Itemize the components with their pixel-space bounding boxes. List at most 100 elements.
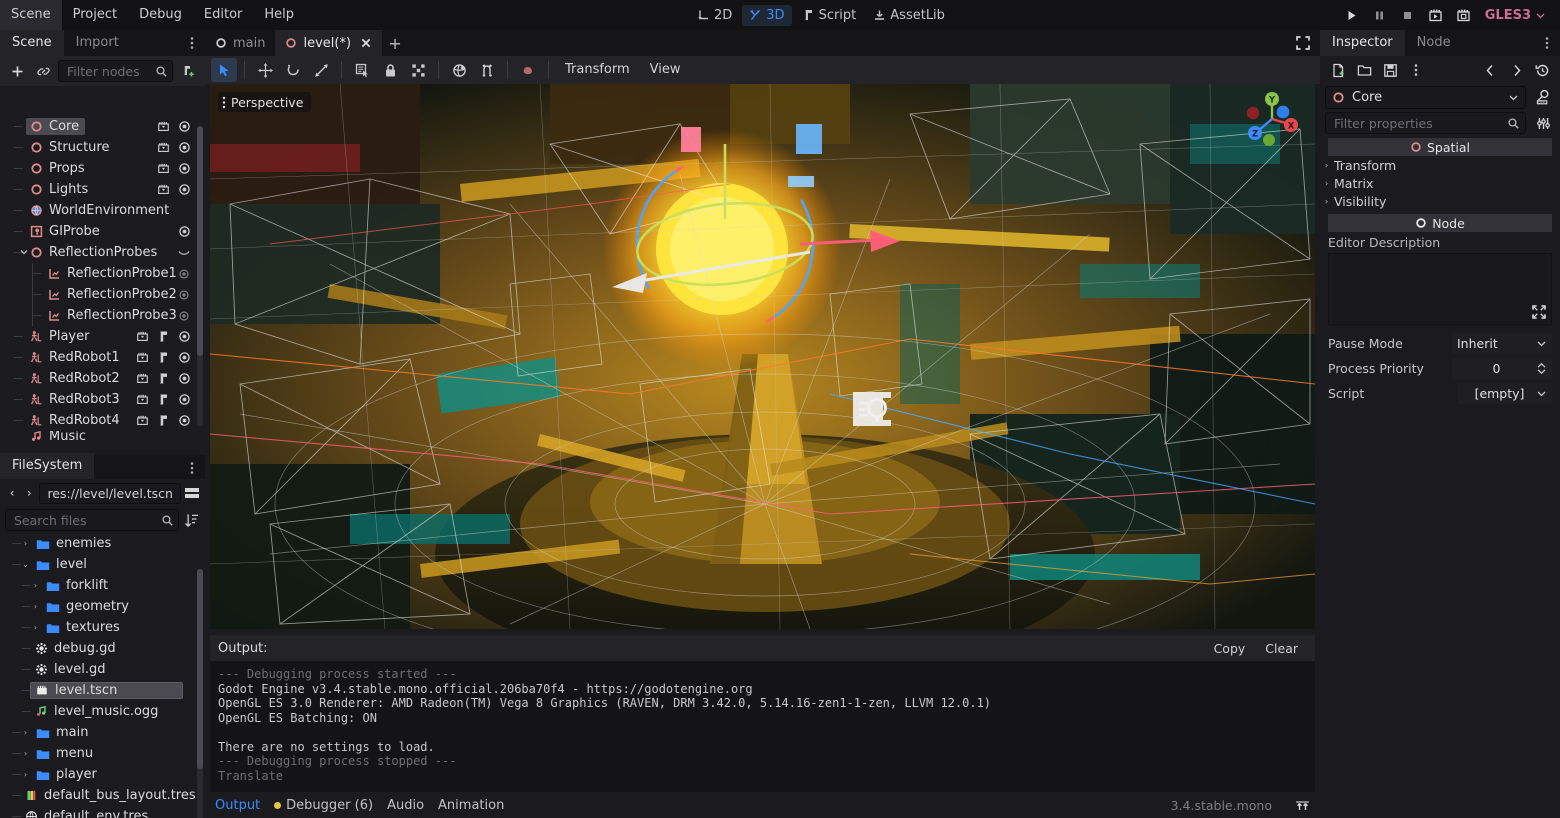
close-icon[interactable]	[360, 37, 372, 49]
tree-node-core[interactable]: Core	[0, 116, 205, 137]
script-icon[interactable]	[156, 372, 170, 386]
scene-icon[interactable]	[135, 393, 149, 407]
chevron-left-icon[interactable]: ‹	[5, 483, 19, 503]
vertical-dots-icon[interactable]	[185, 461, 199, 475]
chevron-down-icon[interactable]: ⌄	[20, 559, 31, 570]
fs-item-level-tscn[interactable]: level.tscn	[0, 680, 205, 701]
scene-icon[interactable]	[156, 120, 170, 134]
scene-icon[interactable]	[135, 330, 149, 344]
fs-item-default-env[interactable]: default_env.tres	[0, 806, 205, 818]
visibility-icon[interactable]	[177, 141, 191, 155]
tree-node-reflectionprobe3[interactable]: ReflectionProbe3	[0, 305, 205, 326]
chevron-down-icon[interactable]	[1508, 92, 1519, 103]
tree-node-reflectionprobes[interactable]: ReflectionProbes	[0, 242, 205, 263]
list-select-icon[interactable]	[349, 58, 375, 82]
lock-icon[interactable]	[377, 58, 403, 82]
fs-item-textures[interactable]: › textures	[0, 617, 205, 638]
visibility-icon[interactable]	[177, 162, 191, 176]
script-dropdown[interactable]: [empty]	[1458, 383, 1552, 404]
search-files-input[interactable]: Search files	[5, 509, 179, 531]
bottom-tab-debugger[interactable]: Debugger (6)	[274, 798, 373, 813]
scene-icon[interactable]	[156, 183, 170, 197]
history-forward-icon[interactable]	[1504, 59, 1528, 81]
tree-node-reflectionprobe2[interactable]: ReflectionProbe2	[0, 284, 205, 305]
tree-node-worldenvironment[interactable]: WorldEnvironment	[0, 200, 205, 221]
bottom-tab-animation[interactable]: Animation	[438, 798, 504, 813]
script-icon[interactable]	[156, 414, 170, 428]
vertical-dots-icon[interactable]	[1540, 36, 1554, 50]
script-icon[interactable]	[156, 330, 170, 344]
tab-filesystem[interactable]: FileSystem	[0, 453, 95, 479]
filter-nodes-input[interactable]: Filter nodes	[58, 60, 173, 82]
history-back-icon[interactable]	[1478, 59, 1502, 81]
script-icon[interactable]	[156, 393, 170, 407]
group-icon[interactable]	[405, 58, 431, 82]
tree-node-redrobot2[interactable]: RedRobot2	[0, 368, 205, 389]
chevron-right-icon[interactable]: ›	[20, 748, 31, 759]
move-mode-icon[interactable]	[252, 58, 278, 82]
fs-item-level-gd[interactable]: level.gd	[0, 659, 205, 680]
open-docs-icon[interactable]: DOC	[1531, 86, 1555, 108]
inspector-property-matrix[interactable]: › Matrix	[1320, 174, 1560, 192]
visibility-icon[interactable]	[177, 183, 191, 197]
copy-button[interactable]: Copy	[1205, 639, 1255, 658]
expand-icon[interactable]	[1531, 304, 1547, 320]
clear-button[interactable]: Clear	[1256, 639, 1307, 658]
editor-description-input[interactable]	[1328, 253, 1552, 325]
axis-gizmo[interactable]: Y X Z	[1241, 88, 1303, 150]
renderer-selector[interactable]: GLES3	[1479, 8, 1552, 23]
tree-node-redrobot1[interactable]: RedRobot1	[0, 347, 205, 368]
bottom-tab-audio[interactable]: Audio	[387, 798, 424, 813]
inspector-property-transform[interactable]: › Transform	[1320, 156, 1560, 174]
fs-item-geometry[interactable]: › geometry	[0, 596, 205, 617]
scene-tree[interactable]: Core Structure Props Lights WorldEnviron…	[0, 116, 205, 449]
rotate-mode-icon[interactable]	[280, 58, 306, 82]
inspector-category-spatial[interactable]: Spatial	[1328, 138, 1552, 156]
tab-import[interactable]: Import	[64, 30, 131, 56]
mode-button-2d[interactable]: 2D	[690, 5, 739, 26]
chevron-down-icon[interactable]	[18, 246, 30, 258]
tree-node-player[interactable]: Player	[0, 326, 205, 347]
fs-item-level[interactable]: ⌄ level	[0, 554, 205, 575]
visibility-icon[interactable]	[177, 330, 191, 344]
tree-node-redrobot3[interactable]: RedRobot3	[0, 389, 205, 410]
bottom-tab-output[interactable]: Output	[215, 798, 260, 813]
mode-button-script[interactable]: Script	[795, 5, 864, 26]
visibility-icon[interactable]	[177, 225, 191, 239]
inspector-object-selector[interactable]: Core	[1325, 85, 1526, 109]
fs-item-main[interactable]: › main	[0, 722, 205, 743]
filesystem-tree[interactable]: › enemies ⌄ level › forklift › geometry …	[0, 533, 205, 818]
scene-tab-main[interactable]: main	[205, 30, 275, 56]
distraction-free-icon[interactable]	[1294, 34, 1312, 52]
mode-button-assetlib[interactable]: AssetLib	[866, 5, 952, 26]
filesystem-path-field[interactable]: res://level/level.tscn	[39, 482, 181, 504]
tree-node-reflectionprobe1[interactable]: ReflectionProbe1	[0, 263, 205, 284]
inspector-category-node[interactable]: Node	[1328, 214, 1552, 232]
scale-mode-icon[interactable]	[308, 58, 334, 82]
visibility-icon[interactable]	[177, 120, 191, 134]
chevron-right-icon[interactable]: ›	[20, 769, 31, 780]
vertical-dots-icon[interactable]	[222, 96, 226, 109]
inspector-property-visibility[interactable]: › Visibility	[1320, 192, 1560, 210]
fs-item-default-bus-layout[interactable]: default_bus_layout.tres	[0, 785, 205, 806]
object-tools-icon[interactable]	[1531, 112, 1555, 134]
visibility-icon[interactable]	[177, 351, 191, 365]
play-custom-scene-icon[interactable]	[1451, 2, 1477, 28]
process-priority-spinner[interactable]: 0	[1452, 358, 1552, 379]
menu-debug[interactable]: Debug	[128, 0, 193, 30]
visibility-dim-icon[interactable]	[177, 267, 191, 281]
chevron-right-icon[interactable]: ›	[20, 538, 31, 549]
fs-item-menu[interactable]: › menu	[0, 743, 205, 764]
save-resource-icon[interactable]	[1378, 59, 1402, 81]
filter-properties-input[interactable]: Filter properties	[1325, 112, 1526, 134]
scene-tab-level[interactable]: level(*)	[275, 30, 383, 56]
scene-icon[interactable]	[135, 372, 149, 386]
scene-icon[interactable]	[135, 351, 149, 365]
chevron-right-icon[interactable]: ›	[20, 727, 31, 738]
fs-item-debug-gd[interactable]: debug.gd	[0, 638, 205, 659]
visibility-off-icon[interactable]	[177, 246, 191, 260]
scene-icon[interactable]	[135, 414, 149, 428]
fs-item-forklift[interactable]: › forklift	[0, 575, 205, 596]
vertical-dots-icon[interactable]	[185, 36, 199, 50]
vertical-dots-icon[interactable]	[1404, 59, 1428, 81]
